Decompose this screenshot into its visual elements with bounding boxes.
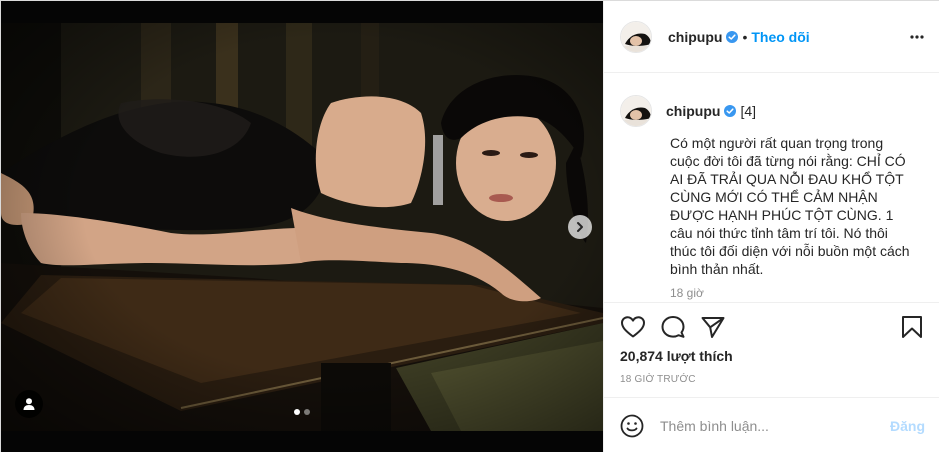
avatar[interactable] (620, 20, 652, 53)
caption-username-link[interactable]: chipupu (666, 103, 720, 119)
caption-avatar[interactable] (620, 95, 652, 127)
caption-tag-count: [4] (740, 103, 757, 119)
add-comment-bar: Đăng (604, 397, 939, 452)
comments-section[interactable]: chipupu [4] Có một người rất quan trọng … (604, 74, 939, 301)
post-side-panel: chipupu • Theo dõi chipupu [4] Có một ng… (603, 1, 939, 452)
post-header: chipupu • Theo dõi (604, 1, 939, 73)
username-link[interactable]: chipupu (668, 29, 722, 45)
header-separator: • (742, 28, 748, 45)
carousel-indicator (294, 409, 310, 415)
comment-icon[interactable] (660, 315, 686, 339)
caption-time: 18 giờ (670, 286, 704, 300)
chevron-right-icon (577, 222, 583, 232)
follow-button[interactable]: Theo dõi (751, 29, 809, 45)
post-media (1, 1, 603, 452)
post-comment-button[interactable]: Đăng (890, 418, 925, 434)
heart-icon[interactable] (620, 315, 646, 339)
verified-icon (726, 30, 739, 43)
avatar-image (621, 96, 651, 126)
action-bar (604, 302, 939, 350)
bookmark-icon[interactable] (900, 315, 924, 339)
post-timestamp[interactable]: 18 GIỜ TRƯỚC (620, 374, 696, 385)
user-tag-icon (23, 398, 35, 410)
tagged-users-button[interactable] (15, 390, 43, 418)
share-icon[interactable] (700, 315, 726, 339)
emoji-icon[interactable] (620, 414, 644, 438)
post-dialog: chipupu • Theo dõi chipupu [4] Có một ng… (0, 0, 939, 452)
caption-text: Có một người rất quan trọng trong cuộc đ… (670, 135, 910, 277)
verified-icon (724, 105, 737, 117)
photo-illustration (1, 23, 603, 431)
avatar-image (621, 21, 651, 52)
post-photo[interactable] (1, 23, 603, 431)
carousel-dot-active (294, 409, 300, 415)
carousel-next-button[interactable] (568, 215, 592, 239)
comment-input[interactable] (660, 417, 870, 434)
more-horizontal-icon[interactable] (909, 29, 925, 45)
caption-header: chipupu [4] (620, 94, 925, 128)
likes-count[interactable]: 20,874 lượt thích (620, 348, 733, 364)
carousel-dot (304, 409, 310, 415)
